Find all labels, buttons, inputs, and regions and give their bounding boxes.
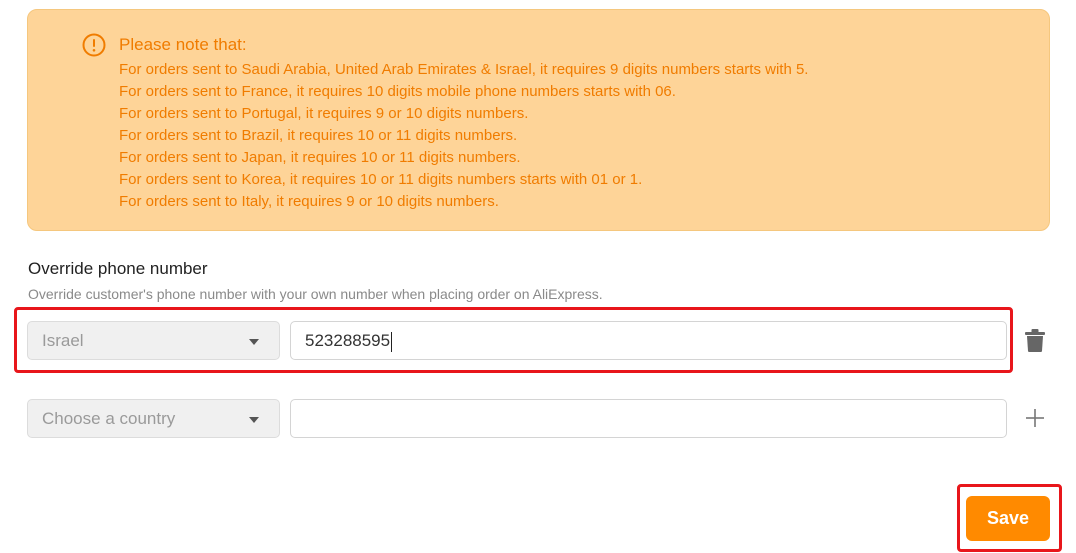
phone-number-input[interactable]: 523288595 <box>290 321 1007 360</box>
plus-icon[interactable] <box>1025 408 1045 428</box>
country-select[interactable]: Israel <box>27 321 280 360</box>
notice-line: For orders sent to Portugal, it requires… <box>119 105 529 122</box>
notice-line: For orders sent to Brazil, it requires 1… <box>119 127 518 144</box>
settings-page: Please note that: For orders sent to Sau… <box>0 0 1076 553</box>
override-phone-title: Override phone number <box>28 259 208 278</box>
caret-down-icon <box>249 417 259 423</box>
country-select-value: Israel <box>42 331 84 350</box>
notice-line: For orders sent to Italy, it requires 9 … <box>119 193 499 210</box>
notice-line: For orders sent to Japan, it requires 10… <box>119 149 521 166</box>
notice-line: For orders sent to Saudi Arabia, United … <box>119 61 809 78</box>
country-select-new[interactable]: Choose a country <box>27 399 280 438</box>
override-phone-description: Override customer's phone number with yo… <box>28 286 603 302</box>
exclamation-circle-icon <box>82 33 106 57</box>
phone-number-input-new[interactable] <box>290 399 1007 438</box>
phone-number-value: 523288595 <box>305 331 391 350</box>
save-button[interactable]: Save <box>966 496 1050 541</box>
phone-format-notice: Please note that: For orders sent to Sau… <box>27 9 1050 231</box>
country-select-placeholder: Choose a country <box>42 409 176 428</box>
trash-icon[interactable] <box>1025 329 1045 352</box>
notice-line: For orders sent to Korea, it requires 10… <box>119 171 643 188</box>
text-cursor <box>391 331 393 352</box>
notice-line: For orders sent to France, it requires 1… <box>119 83 676 100</box>
caret-down-icon <box>249 339 259 345</box>
notice-title: Please note that: <box>119 35 247 54</box>
notice-lines: For orders sent to Saudi Arabia, United … <box>119 59 808 213</box>
